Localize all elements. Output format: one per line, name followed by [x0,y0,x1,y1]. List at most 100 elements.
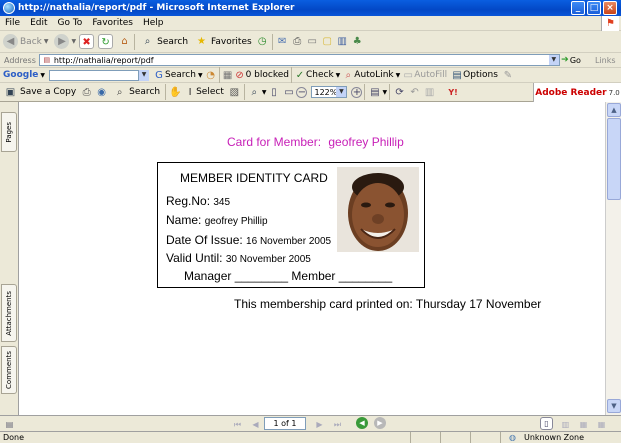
chevron-down-icon[interactable]: ▼ [139,69,150,81]
print-icon[interactable]: ⎙ [290,34,305,49]
chevron-down-icon[interactable]: ▼ [548,55,559,65]
next-page-icon[interactable]: ▶ [312,417,327,432]
google-search-button[interactable]: Search [165,70,196,80]
go-button[interactable]: Go [570,56,581,65]
comments-tab[interactable]: Comments [1,346,17,394]
chevron-down-icon[interactable]: ▼ [40,72,45,79]
adobe-reader-brand: Adobe Reader [535,87,607,98]
autofill-button[interactable]: AutoFill [414,70,447,80]
spellcheck-icon: ✓ [295,69,305,81]
chevron-down-icon[interactable]: ▼ [336,72,341,79]
autolink-button[interactable]: AutoLink [354,70,393,80]
previous-page-icon[interactable]: ◀ [248,417,263,432]
yahoo-icon[interactable]: Y! [443,85,463,100]
zoom-icon[interactable]: ⌕ [247,85,262,100]
scroll-up-icon[interactable]: ▲ [607,103,621,117]
google-toolbar: Google ▼ ▼ G Search ▼ ◔ ▦ ⊘ 0 blocked ✓ … [0,67,621,83]
favorites-button[interactable]: ★ Favorites [191,32,255,52]
fit-page-icon[interactable]: ▭ [281,85,296,100]
chevron-down-icon[interactable]: ▼ [336,87,347,97]
actual-size-icon[interactable]: ▯ [266,85,281,100]
last-page-icon[interactable]: ⏭ [330,417,345,432]
forward-button[interactable]: ▶ ▼ [51,32,79,52]
chevron-down-icon[interactable]: ▼ [396,72,401,79]
zoom-out-icon[interactable]: − [296,86,308,98]
messenger-icon[interactable]: ♣ [350,34,365,49]
snapshot-icon[interactable]: ▧ [227,85,242,100]
menu-edit[interactable]: Edit [25,18,52,28]
close-button[interactable]: × [603,1,617,15]
menu-bar: File Edit Go To Favorites Help [0,16,621,31]
search-icon: ⌕ [144,36,151,47]
email-icon[interactable]: ◉ [94,85,109,100]
continuous-icon[interactable]: ▥ [558,417,573,432]
go-forward-view-icon[interactable]: ▶ [374,417,386,429]
history-icon[interactable]: ◷ [255,34,270,49]
news-icon[interactable]: ▦ [222,68,234,83]
options-button[interactable]: Options [463,70,498,80]
page-layout-icon[interactable]: ▤ [367,85,382,100]
hand-tool-icon[interactable]: ✋ [168,85,183,100]
minimize-button[interactable]: _ [571,1,585,15]
vertical-scrollbar[interactable]: ▲ ▼ [605,102,621,415]
chevron-down-icon[interactable]: ▼ [198,72,203,79]
select-tool-button[interactable]: I Select [183,82,227,102]
zoom-level-input[interactable]: 122% ▼ [311,86,348,98]
refresh-icon[interactable]: ↻ [98,34,114,49]
pdf-search-button[interactable]: ⌕ Search [109,82,163,102]
edit-icon[interactable]: ▭ [305,34,320,49]
mail-icon[interactable]: ✉ [275,34,290,49]
undo-icon[interactable]: ↶ [407,85,422,100]
chevron-down-icon: ▼ [71,38,77,45]
standard-toolbar: ◀ Back ▼ ▶ ▼ ✖ ↻ ⌂ ⌕ Search ★ Favorites … [0,31,621,53]
search-button[interactable]: ⌕ Search [137,32,191,52]
continuous-facing-icon[interactable]: ▦ [594,417,609,432]
ie-logo-icon [3,2,15,14]
name-label: Name: [166,213,202,227]
address-input[interactable]: ▤ http://nathalia/report/pdf ▼ [38,54,560,66]
pagerank-icon[interactable]: ◔ [205,68,217,83]
menu-goto[interactable]: Go To [53,18,88,28]
page-number-input[interactable]: 1 of 1 [264,417,306,430]
security-zone: Unknown Zone [524,433,585,442]
chevron-down-icon[interactable]: ▼ [382,89,387,96]
popup-blocker-icon: ⊘ [235,69,244,81]
facing-icon[interactable]: ▦ [576,417,591,432]
status-bar: Done ◍ Unknown Zone [0,431,621,443]
discuss-icon[interactable]: ▢ [320,34,335,49]
issue-date-row: Date Of Issue: 16 November 2005 [166,233,331,247]
single-page-icon[interactable]: ▯ [540,417,553,430]
save-copy-button[interactable]: ▣ Save a Copy [0,82,79,102]
zoom-in-icon[interactable]: + [351,86,363,98]
research-icon[interactable]: ▥ [335,34,350,49]
menu-help[interactable]: Help [138,18,169,28]
check-button[interactable]: Check [306,70,334,80]
back-button[interactable]: ◀ Back ▼ [0,32,51,52]
first-page-icon[interactable]: ⏮ [230,417,245,432]
reg-number-label: Reg.No: [166,194,211,208]
stop-icon[interactable]: ✖ [79,34,95,49]
redo-icon[interactable]: ▥ [422,85,437,100]
scroll-down-icon[interactable]: ▼ [607,399,621,413]
zone-globe-icon: ◍ [509,433,516,442]
maximize-button[interactable]: □ [587,1,601,15]
page-navigation-bar: ▤ ⏮ ◀ 1 of 1 ▶ ⏭ ◀ ▶ ▯ ▥ ▦ ▦ [0,415,621,431]
pages-tab[interactable]: Pages [1,112,17,152]
print-icon[interactable]: ⎙ [79,85,94,100]
google-logo[interactable]: Google [0,70,40,80]
go-back-view-icon[interactable]: ◀ [356,417,368,429]
scrollbar-thumb[interactable] [607,118,621,200]
select-label: Select [196,87,224,97]
google-search-input[interactable] [49,69,140,81]
panel-toggle-icon[interactable]: ▤ [3,417,16,430]
rotate-icon[interactable]: ⟳ [392,85,407,100]
home-icon[interactable]: ⌂ [117,34,132,49]
menu-file[interactable]: File [0,18,25,28]
go-arrow-icon[interactable]: ➔ [560,53,570,68]
popup-blocked-count[interactable]: 0 blocked [246,70,289,80]
menu-favorites[interactable]: Favorites [87,18,138,28]
pen-icon[interactable]: ✎ [502,68,514,83]
attachments-tab[interactable]: Attachments [1,284,17,342]
links-button[interactable]: Links [595,56,616,65]
binoculars-icon: ⌕ [116,86,123,98]
